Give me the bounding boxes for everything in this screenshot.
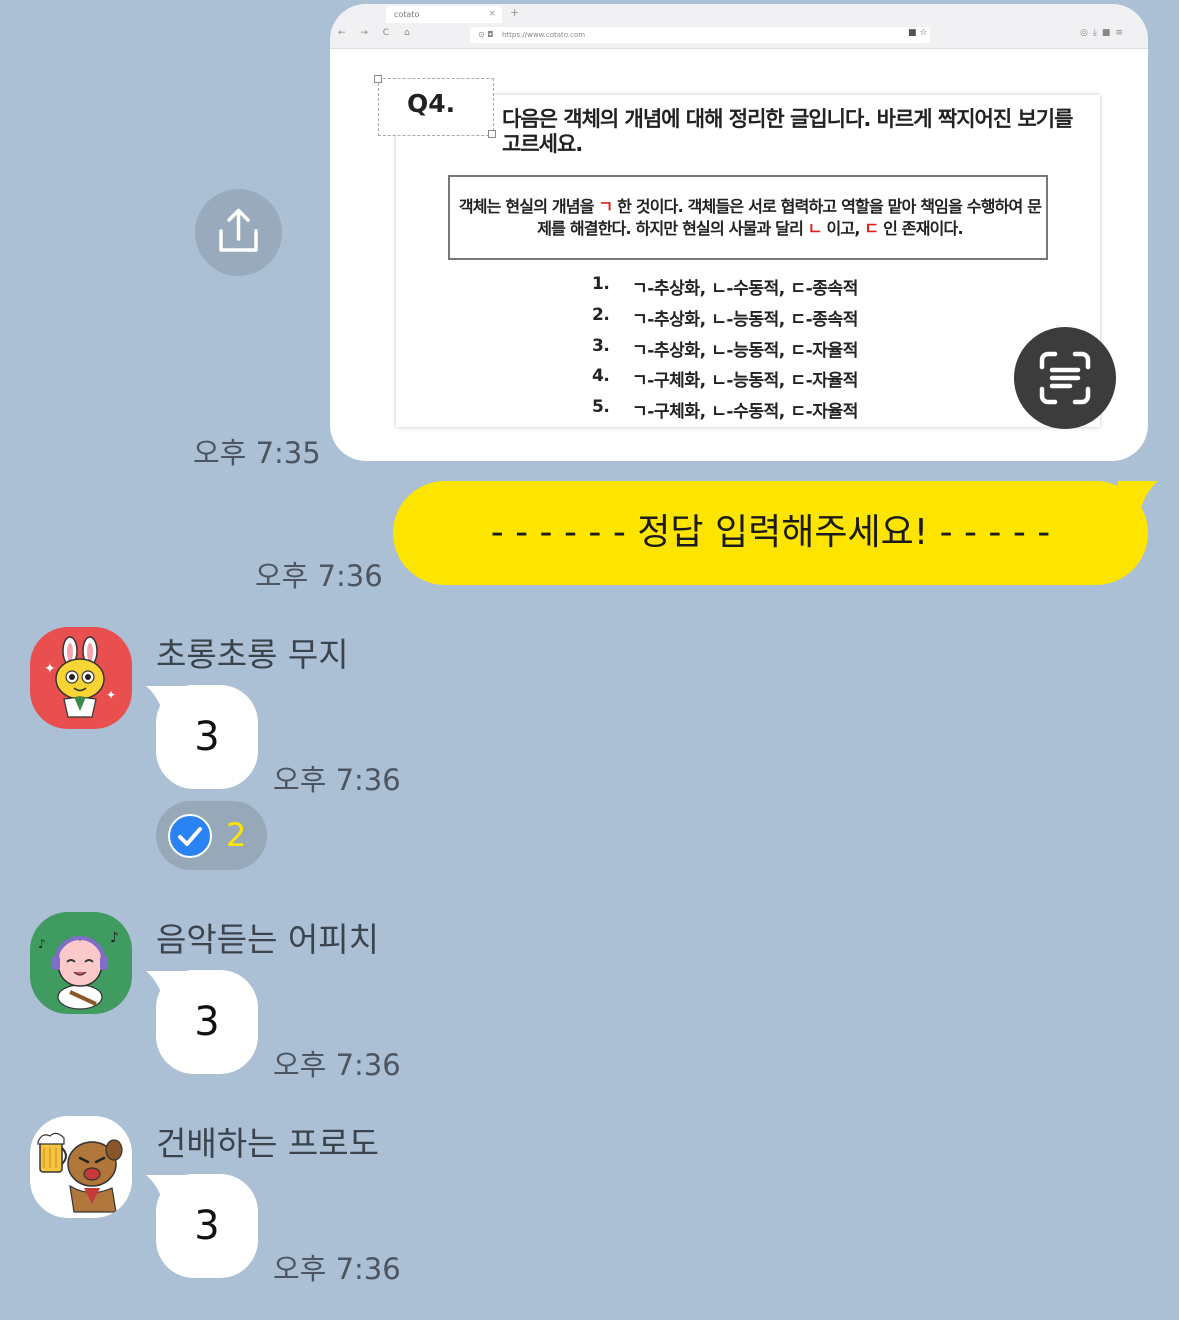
message-time: 오후 7:36	[255, 559, 383, 593]
avatar[interactable]: ♪ ♪	[30, 912, 132, 1014]
avatar[interactable]: ✦ ✦	[30, 627, 132, 729]
browser-menu-icons: ◎⤓■≡	[1080, 28, 1128, 38]
check-icon	[168, 814, 212, 858]
answer-options: 1. ㄱ-추상화, ㄴ-수동적, ㄷ-종속적 2. ㄱ-추상화, ㄴ-능동적, ㄷ-…	[592, 274, 858, 428]
question-label-box: Q4.	[378, 78, 494, 136]
reaction-count: 2	[226, 816, 247, 854]
message-time: 오후 7:36	[273, 763, 401, 797]
selection-handle	[374, 75, 382, 83]
text-scan-button[interactable]	[1014, 327, 1116, 429]
question-text: 다음은 객체의 개념에 대해 정리한 글입니다. 바르게 짝지어진 보기를 고르…	[502, 107, 1073, 156]
question-label: Q4.	[407, 89, 456, 118]
sender-name: 음악듣는 어피치	[156, 920, 380, 959]
answer-option: 4. ㄱ-구체화, ㄴ-능동적, ㄷ-자율적	[592, 366, 858, 392]
avatar[interactable]	[30, 1116, 132, 1218]
browser-tab: cotato ×	[386, 6, 502, 23]
my-message-bubble[interactable]: - - - - - - 정답 입력해주세요! - - - - -	[393, 481, 1148, 585]
answer-option: 5. ㄱ-구체화, ㄴ-수동적, ㄷ-자율적	[592, 397, 858, 423]
message-bubble[interactable]: 3	[156, 685, 258, 789]
message-bubble[interactable]: 3	[156, 970, 258, 1074]
svg-text:♪: ♪	[38, 937, 46, 951]
extensions-icon: ■ ☆	[908, 28, 928, 38]
message-time: 오후 7:35	[193, 436, 321, 470]
tab-close-icon: ×	[488, 9, 496, 19]
shared-image-message[interactable]: cotato × + ← → C ⌂ ⊙ ◘ https://www.cotat…	[330, 4, 1148, 461]
message-time: 오후 7:36	[273, 1048, 401, 1082]
answer-option: 2. ㄱ-추상화, ㄴ-능동적, ㄷ-종속적	[592, 304, 858, 330]
url-text: https://www.cotato.com	[502, 31, 586, 39]
answer-option: 1. ㄱ-추상화, ㄴ-수동적, ㄷ-종속적	[592, 274, 858, 299]
sender-name: 건배하는 프로도	[156, 1124, 380, 1163]
apeach-avatar-icon: ♪ ♪	[38, 930, 119, 1010]
share-icon	[219, 208, 258, 252]
share-button[interactable]	[195, 189, 282, 276]
svg-text:♪: ♪	[110, 930, 119, 946]
reaction-badge[interactable]: 2	[156, 801, 267, 870]
svg-text:✦: ✦	[106, 688, 116, 702]
new-tab-icon: +	[510, 6, 520, 19]
message-time: 오후 7:36	[273, 1252, 401, 1286]
lock-icon: ⊙ ◘	[478, 30, 494, 39]
answer-option: 3. ㄱ-추상화, ㄴ-능동적, ㄷ-자율적	[592, 335, 858, 361]
browser-toolbar: cotato × + ← → C ⌂ ⊙ ◘ https://www.cotat…	[330, 4, 1148, 49]
text-scan-icon	[1039, 351, 1091, 405]
muzi-avatar-icon: ✦ ✦	[44, 636, 116, 718]
address-bar: ⊙ ◘ https://www.cotato.com	[470, 27, 930, 43]
message-bubble[interactable]: 3	[156, 1174, 258, 1278]
svg-text:✦: ✦	[44, 661, 56, 677]
tab-title: cotato	[394, 10, 420, 19]
question-passage: 객체는 현실의 개념을 ㄱ 한 것이다. 객체들은 서로 협력하고 역할을 맡아…	[458, 197, 1042, 238]
question-passage-box: 객체는 현실의 개념을 ㄱ 한 것이다. 객체들은 서로 협력하고 역할을 맡아…	[448, 175, 1048, 260]
frodo-avatar-icon	[37, 1132, 123, 1213]
selection-handle	[488, 130, 496, 138]
sender-name: 초롱초롱 무지	[156, 635, 349, 674]
browser-nav-icons: ← → C ⌂	[338, 28, 416, 38]
